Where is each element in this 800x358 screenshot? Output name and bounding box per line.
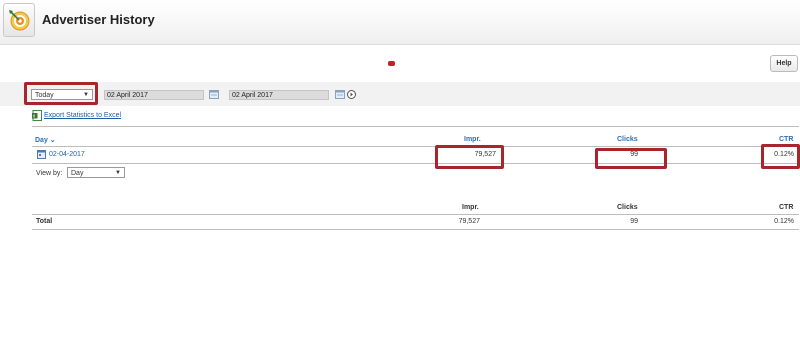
calendar-icon[interactable] [335, 90, 345, 99]
divider [32, 146, 799, 147]
page-header: Advertiser History [0, 0, 800, 45]
divider [32, 214, 799, 215]
divider [32, 229, 799, 230]
help-button[interactable]: Help [770, 55, 798, 72]
view-by-select-value: Day [71, 170, 84, 177]
total-ctr: 0.12% [774, 218, 794, 225]
highlight-box [24, 82, 98, 105]
sort-chevron-icon: ⌄ [49, 137, 56, 144]
excel-icon[interactable]: x [32, 110, 42, 121]
summary-header-impressions: Impr. [462, 204, 479, 211]
date-from-field[interactable]: 02 April 2017 [104, 90, 204, 100]
column-header-day[interactable]: Day ⌄ [35, 136, 56, 144]
export-excel-link[interactable]: Export Statistics to Excel [44, 112, 121, 119]
column-header-ctr[interactable]: CTR [779, 136, 793, 143]
page-title: Advertiser History [42, 12, 155, 27]
total-label: Total [36, 218, 53, 225]
view-by-label: View by: [36, 170, 63, 177]
divider [32, 126, 799, 127]
calendar-icon [37, 150, 46, 159]
go-arrow-icon[interactable] [347, 90, 356, 99]
summary-header-ctr: CTR [779, 204, 794, 211]
table-row-day-link[interactable]: 02-04-2017 [49, 151, 85, 158]
summary-header-clicks: Clicks [617, 204, 638, 211]
date-to-field[interactable]: 02 April 2017 [229, 90, 329, 100]
divider [32, 163, 799, 164]
dropdown-arrow-icon: ▼ [115, 170, 121, 176]
column-header-clicks[interactable]: Clicks [617, 136, 638, 143]
highlight-box [761, 144, 800, 169]
total-impressions: 79,527 [458, 218, 480, 225]
view-by-select[interactable]: Day ▼ [67, 167, 125, 178]
column-header-impressions[interactable]: Impr. [464, 136, 481, 143]
highlight-box [435, 145, 504, 169]
target-arrow-icon [3, 3, 35, 37]
total-clicks: 99 [630, 218, 638, 225]
highlight-box [595, 148, 667, 169]
status-indicator [388, 61, 395, 66]
calendar-icon[interactable] [209, 90, 219, 99]
